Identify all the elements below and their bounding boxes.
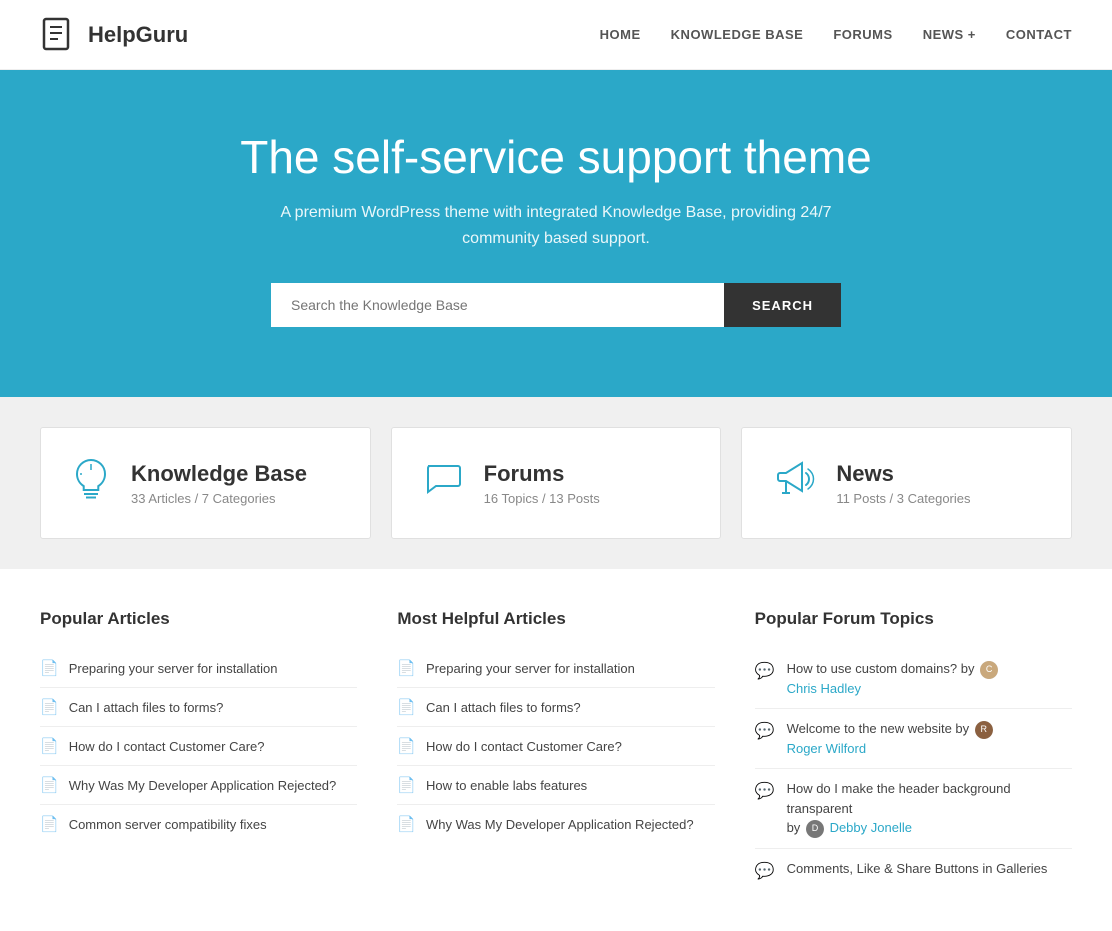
forum-chat-icon: 💬 bbox=[755, 661, 775, 698]
popular-articles-heading: Popular Articles bbox=[40, 609, 357, 629]
doc-icon: 📄 bbox=[40, 776, 59, 794]
stats-section: Knowledge Base 33 Articles / 7 Categorie… bbox=[0, 397, 1112, 569]
stat-card-forums[interactable]: Forums 16 Topics / 13 Posts bbox=[391, 427, 722, 539]
helpful-articles-list: 📄 Preparing your server for installation… bbox=[397, 649, 714, 843]
nav-contact[interactable]: CONTACT bbox=[1006, 27, 1072, 42]
logo[interactable]: HelpGuru bbox=[40, 16, 188, 54]
main-nav: HOME KNOWLEDGE BASE FORUMS NEWS + CONTAC… bbox=[600, 27, 1072, 42]
search-bar: SEARCH bbox=[271, 283, 841, 327]
nav-news[interactable]: NEWS + bbox=[923, 27, 976, 42]
doc-icon: 📄 bbox=[40, 815, 59, 833]
doc-icon: 📄 bbox=[397, 659, 416, 677]
stat-card-knowledge-base[interactable]: Knowledge Base 33 Articles / 7 Categorie… bbox=[40, 427, 371, 539]
doc-icon: 📄 bbox=[397, 698, 416, 716]
doc-icon: 📄 bbox=[397, 815, 416, 833]
list-item[interactable]: 📄 Preparing your server for installation bbox=[397, 649, 714, 688]
list-item[interactable]: 📄 Why Was My Developer Application Rejec… bbox=[40, 766, 357, 805]
list-item[interactable]: 📄 Can I attach files to forms? bbox=[397, 688, 714, 727]
forum-chat-icon: 💬 bbox=[755, 781, 775, 838]
site-header: HelpGuru HOME KNOWLEDGE BASE FORUMS NEWS… bbox=[0, 0, 1112, 70]
forum-topics-col: Popular Forum Topics 💬 How to use custom… bbox=[755, 609, 1072, 891]
hero-title: The self-service support theme bbox=[20, 130, 1092, 184]
lightbulb-icon bbox=[71, 456, 111, 510]
stat-card-news[interactable]: News 11 Posts / 3 Categories bbox=[741, 427, 1072, 539]
nav-home[interactable]: HOME bbox=[600, 27, 641, 42]
doc-icon: 📄 bbox=[397, 737, 416, 755]
avatar: C bbox=[980, 661, 998, 679]
helpful-articles-heading: Most Helpful Articles bbox=[397, 609, 714, 629]
popular-articles-list: 📄 Preparing your server for installation… bbox=[40, 649, 357, 843]
stats-grid: Knowledge Base 33 Articles / 7 Categorie… bbox=[40, 427, 1072, 539]
search-input[interactable] bbox=[271, 283, 724, 327]
forum-author-link[interactable]: Roger Wilford bbox=[787, 741, 866, 756]
list-item[interactable]: 📄 Common server compatibility fixes bbox=[40, 805, 357, 843]
forum-chat-icon: 💬 bbox=[755, 721, 775, 758]
hero-subtitle: A premium WordPress theme with integrate… bbox=[276, 200, 836, 251]
forum-author-link[interactable]: Chris Hadley bbox=[787, 681, 861, 696]
forum-list-item[interactable]: 💬 Welcome to the new website by R Roger … bbox=[755, 709, 1072, 769]
forum-chat-icon: 💬 bbox=[755, 861, 775, 881]
forum-list-item[interactable]: 💬 How do I make the header background tr… bbox=[755, 769, 1072, 849]
forum-topics-heading: Popular Forum Topics bbox=[755, 609, 1072, 629]
list-item[interactable]: 📄 Why Was My Developer Application Rejec… bbox=[397, 805, 714, 843]
list-item[interactable]: 📄 How to enable labs features bbox=[397, 766, 714, 805]
forum-author-link[interactable]: Debby Jonelle bbox=[830, 820, 912, 835]
stat-info-forums: Forums 16 Topics / 13 Posts bbox=[484, 461, 600, 506]
bottom-section: Popular Articles 📄 Preparing your server… bbox=[0, 569, 1112, 931]
chat-icon bbox=[422, 458, 464, 509]
avatar: R bbox=[975, 721, 993, 739]
stat-info-news: News 11 Posts / 3 Categories bbox=[836, 461, 970, 506]
forum-topics-list: 💬 How to use custom domains? by C Chris … bbox=[755, 649, 1072, 891]
stat-detail-forums: 16 Topics / 13 Posts bbox=[484, 491, 600, 506]
logo-icon bbox=[40, 16, 78, 54]
hero-section: The self-service support theme A premium… bbox=[0, 70, 1112, 397]
stat-title-knowledge-base: Knowledge Base bbox=[131, 461, 307, 487]
megaphone-icon bbox=[772, 459, 816, 508]
avatar: D bbox=[806, 820, 824, 838]
stat-title-forums: Forums bbox=[484, 461, 600, 487]
helpful-articles-col: Most Helpful Articles 📄 Preparing your s… bbox=[397, 609, 714, 891]
list-item[interactable]: 📄 Can I attach files to forms? bbox=[40, 688, 357, 727]
stat-info-knowledge-base: Knowledge Base 33 Articles / 7 Categorie… bbox=[131, 461, 307, 506]
list-item[interactable]: 📄 How do I contact Customer Care? bbox=[397, 727, 714, 766]
list-item[interactable]: 📄 How do I contact Customer Care? bbox=[40, 727, 357, 766]
nav-knowledge-base[interactable]: KNOWLEDGE BASE bbox=[671, 27, 804, 42]
logo-text: HelpGuru bbox=[88, 22, 188, 48]
list-item[interactable]: 📄 Preparing your server for installation bbox=[40, 649, 357, 688]
doc-icon: 📄 bbox=[40, 698, 59, 716]
nav-forums[interactable]: FORUMS bbox=[833, 27, 892, 42]
stat-detail-knowledge-base: 33 Articles / 7 Categories bbox=[131, 491, 307, 506]
forum-list-item[interactable]: 💬 Comments, Like & Share Buttons in Gall… bbox=[755, 849, 1072, 891]
doc-icon: 📄 bbox=[397, 776, 416, 794]
stat-title-news: News bbox=[836, 461, 970, 487]
doc-icon: 📄 bbox=[40, 659, 59, 677]
stat-detail-news: 11 Posts / 3 Categories bbox=[836, 491, 970, 506]
search-button[interactable]: SEARCH bbox=[724, 283, 841, 327]
doc-icon: 📄 bbox=[40, 737, 59, 755]
popular-articles-col: Popular Articles 📄 Preparing your server… bbox=[40, 609, 357, 891]
forum-list-item[interactable]: 💬 How to use custom domains? by C Chris … bbox=[755, 649, 1072, 709]
bottom-grid: Popular Articles 📄 Preparing your server… bbox=[40, 609, 1072, 891]
